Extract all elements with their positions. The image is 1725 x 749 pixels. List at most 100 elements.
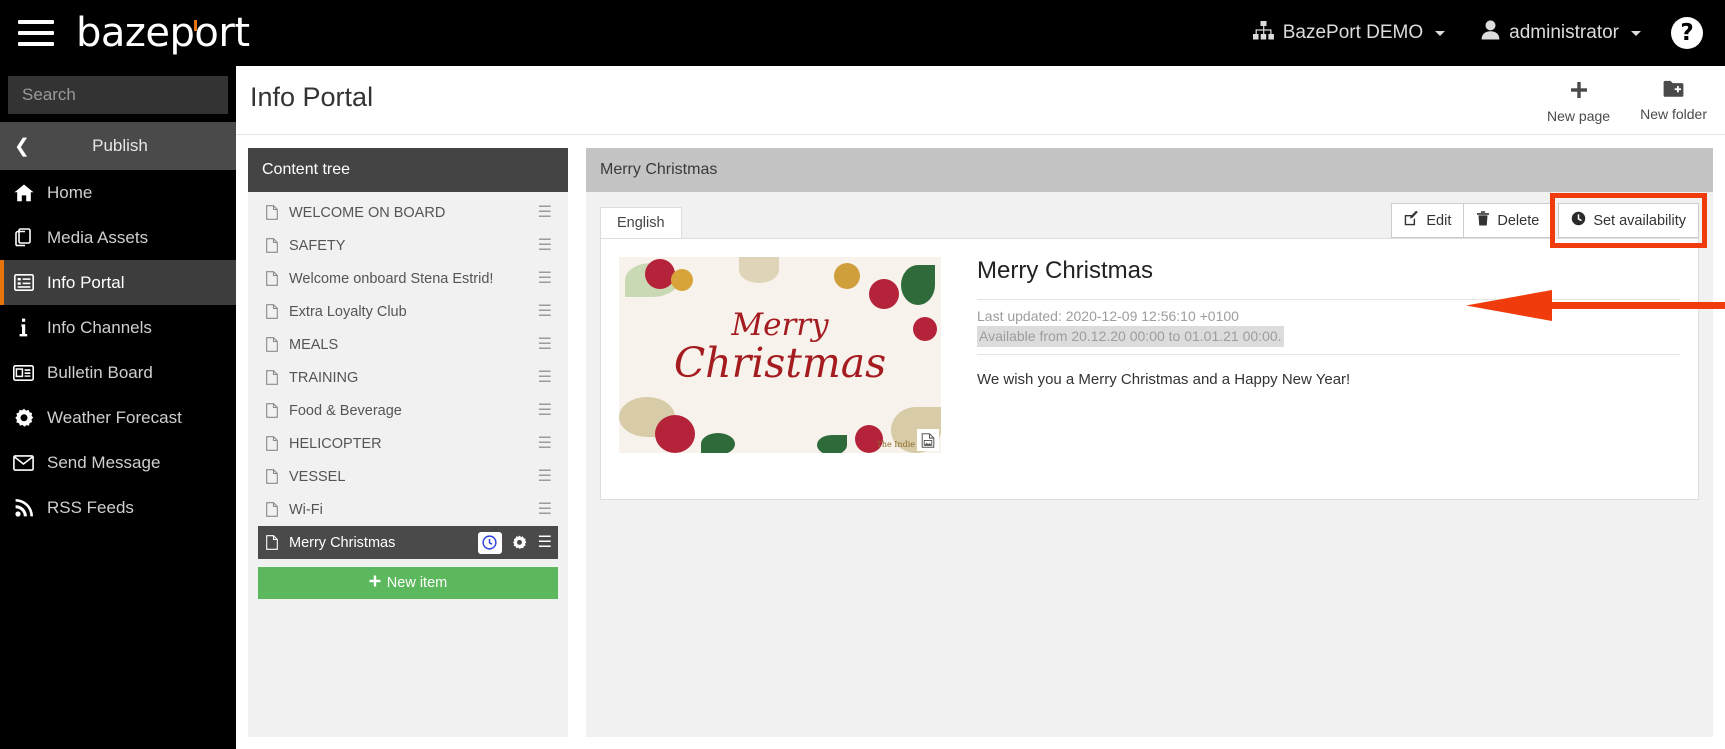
article-body: We wish you a Merry Christmas and a Happ…	[977, 371, 1351, 388]
home-icon	[0, 184, 47, 202]
tree-item-settings-button[interactable]	[508, 532, 532, 554]
drag-handle-icon[interactable]: ☰	[538, 402, 552, 419]
sidebar-item-send-message[interactable]: Send Message	[0, 440, 236, 485]
tenant-label: BazePort DEMO	[1282, 22, 1424, 43]
drag-handle-icon[interactable]: ☰	[538, 435, 552, 452]
page-header: Info Portal New page New folder	[236, 66, 1725, 135]
article-title: Merry Christmas	[977, 257, 1154, 284]
sitemap-icon	[1252, 20, 1274, 46]
tree-item-extra-loyalty-club[interactable]: Extra Loyalty Club ☰	[258, 295, 558, 328]
delete-label: Delete	[1497, 212, 1540, 229]
bazeport-logo[interactable]: bazeport	[76, 13, 250, 53]
body-area: Content tree WELCOME ON BOARD ☰ SAFETY ☰…	[236, 136, 1725, 749]
thumbnail-line-1: Merry	[731, 307, 829, 343]
gear-icon	[0, 408, 47, 428]
tree-item-vessel[interactable]: VESSEL ☰	[258, 460, 558, 493]
tree-item-welcome-onboard-stena-estrid[interactable]: Welcome onboard Stena Estrid! ☰	[258, 262, 558, 295]
tree-item-wi-fi[interactable]: Wi-Fi ☰	[258, 493, 558, 526]
document-icon	[266, 502, 278, 517]
document-icon	[266, 271, 278, 286]
drag-handle-icon[interactable]: ☰	[538, 468, 552, 485]
drag-handle-icon[interactable]: ☰	[538, 237, 552, 254]
document-icon	[266, 205, 278, 220]
sidebar-item-weather-forecast[interactable]: Weather Forecast	[0, 395, 236, 440]
sidebar-section-publish[interactable]: ❮ Publish	[0, 122, 236, 170]
tree-item-label: Wi-Fi	[289, 501, 323, 518]
sidebar-section-label: Publish	[92, 136, 148, 155]
drag-handle-icon[interactable]: ☰	[538, 270, 552, 287]
tree-item-label: WELCOME ON BOARD	[289, 204, 446, 221]
new-folder-button[interactable]: New folder	[1640, 80, 1707, 124]
search-input[interactable]	[8, 76, 228, 114]
drag-handle-icon[interactable]: ☰	[538, 501, 552, 518]
sidebar-item-label: Weather Forecast	[47, 407, 182, 427]
tree-item-welcome-on-board[interactable]: WELCOME ON BOARD ☰	[258, 196, 558, 229]
article-content: Merry Christmas Last updated: 2020-12-09…	[941, 257, 1680, 481]
tree-item-training[interactable]: TRAINING ☰	[258, 361, 558, 394]
sidebar-item-label: Media Assets	[47, 227, 149, 247]
sidebar-item-label: Send Message	[47, 452, 161, 472]
new-item-button[interactable]: New item	[258, 567, 558, 599]
new-page-button[interactable]: New page	[1547, 80, 1610, 124]
tab-english[interactable]: English	[600, 207, 682, 238]
user-icon	[1481, 20, 1500, 46]
tree-item-label: HELICOPTER	[289, 435, 382, 452]
copy-icon	[0, 228, 47, 247]
tree-item-meals[interactable]: MEALS ☰	[258, 328, 558, 361]
set-availability-button[interactable]: Set availability	[1558, 203, 1699, 238]
sidebar-item-bulletin-board[interactable]: Bulletin Board	[0, 350, 236, 395]
thumbnail-decoration	[655, 415, 695, 453]
edit-label: Edit	[1426, 212, 1452, 229]
tree-item-availability-button[interactable]	[477, 531, 502, 554]
tree-item-helicopter[interactable]: HELICOPTER ☰	[258, 427, 558, 460]
content-tree-list: WELCOME ON BOARD ☰ SAFETY ☰ Welcome onbo…	[248, 192, 568, 559]
hamburger-menu-icon[interactable]	[18, 20, 54, 46]
drag-handle-icon[interactable]: ☰	[538, 204, 552, 221]
plus-icon	[369, 575, 381, 591]
detail-actions: Edit Delete Set availability	[1391, 193, 1707, 248]
document-icon	[266, 304, 278, 319]
tree-item-label: Extra Loyalty Club	[289, 303, 407, 320]
tree-item-label: Welcome onboard Stena Estrid!	[289, 270, 494, 287]
tree-item-label: Merry Christmas	[289, 534, 396, 551]
new-item-label: New item	[386, 575, 448, 591]
tree-item-safety[interactable]: SAFETY ☰	[258, 229, 558, 262]
sidebar-item-rss-feeds[interactable]: RSS Feeds	[0, 485, 236, 530]
info-icon	[0, 318, 47, 337]
availability-line: Available from 20.12.20 00:00 to 01.01.2…	[977, 326, 1284, 347]
document-icon	[266, 337, 278, 352]
document-icon	[266, 535, 278, 550]
edit-icon	[1404, 210, 1419, 230]
document-icon	[266, 403, 278, 418]
new-folder-label: New folder	[1640, 106, 1707, 122]
envelope-icon	[0, 454, 47, 471]
list-alt-icon	[0, 274, 47, 291]
drag-handle-icon[interactable]: ☰	[538, 534, 552, 551]
tree-item-food-and-beverage[interactable]: Food & Beverage ☰	[258, 394, 558, 427]
sidebar-item-label: Bulletin Board	[47, 362, 153, 382]
thumbnail-decoration	[645, 259, 675, 289]
help-circle-icon[interactable]: ?	[1671, 17, 1703, 49]
user-menu[interactable]: administrator	[1463, 0, 1659, 66]
logo-accent-tick	[194, 20, 197, 31]
article-thumbnail[interactable]: Merry Christmas The Indie	[619, 257, 941, 453]
sidebar-item-info-channels[interactable]: Info Channels	[0, 305, 236, 350]
drag-handle-icon[interactable]: ☰	[538, 303, 552, 320]
sidebar-item-media-assets[interactable]: Media Assets	[0, 215, 236, 260]
set-availability-label: Set availability	[1593, 212, 1686, 229]
tenant-selector[interactable]: BazePort DEMO	[1235, 0, 1463, 66]
drag-handle-icon[interactable]: ☰	[538, 369, 552, 386]
tree-item-label: MEALS	[289, 336, 339, 353]
tree-item-merry-christmas[interactable]: Merry Christmas ☰	[258, 526, 558, 559]
tab-row: English Edit Delete Set availability	[586, 192, 1713, 248]
delete-button[interactable]: Delete	[1463, 203, 1553, 238]
article-meta: Last updated: 2020-12-09 12:56:10 +0100 …	[977, 299, 1680, 355]
sidebar-item-info-portal[interactable]: Info Portal	[0, 260, 236, 305]
edit-button[interactable]: Edit	[1391, 203, 1465, 238]
document-icon	[266, 370, 278, 385]
tree-item-label: TRAINING	[289, 369, 359, 386]
clock-icon	[1571, 211, 1586, 230]
drag-handle-icon[interactable]: ☰	[538, 336, 552, 353]
sidebar-item-home[interactable]: Home	[0, 170, 236, 215]
chevron-left-icon[interactable]: ❮	[0, 135, 44, 158]
